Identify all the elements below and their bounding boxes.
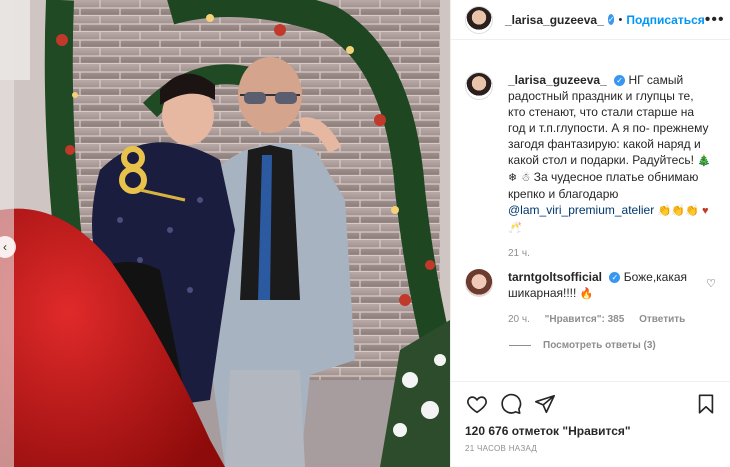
bookmark-icon[interactable] bbox=[692, 390, 720, 418]
reply-button[interactable]: Ответить bbox=[639, 314, 685, 325]
comment-icon[interactable] bbox=[497, 390, 525, 418]
caption-body-2: За чудесное платье обнимаю крепко и благ… bbox=[508, 170, 699, 201]
caption-body: НГ самый радостный праздник и глупцы те,… bbox=[508, 73, 709, 167]
caption-username[interactable]: _larisa_guzeeva_ bbox=[508, 73, 607, 87]
likes-count[interactable]: 120 676 отметок "Нравится" bbox=[451, 418, 730, 438]
post-photo[interactable]: ‹ bbox=[0, 0, 450, 467]
action-icons bbox=[451, 382, 730, 418]
instagram-post: ‹ _larisa_guzeeva_ ✓ • Подписаться ••• _… bbox=[0, 0, 730, 467]
view-replies-button[interactable]: Посмотреть ответы (3) bbox=[509, 340, 656, 351]
author-username[interactable]: _larisa_guzeeva_ bbox=[505, 13, 604, 27]
post-actions: 120 676 отметок "Нравится" 21 ЧАСОВ НАЗА… bbox=[451, 381, 730, 467]
post-sidebar: _larisa_guzeeva_ ✓ • Подписаться ••• _la… bbox=[450, 0, 730, 467]
follow-button[interactable]: Подписаться bbox=[626, 13, 704, 27]
comment-likes[interactable]: "Нравится": 385 bbox=[545, 314, 625, 325]
champagne-icon: 🥂 bbox=[508, 222, 522, 234]
share-icon[interactable] bbox=[531, 390, 559, 418]
verified-icon: ✓ bbox=[607, 14, 615, 25]
comment-text: tarntgoltsofficial ✓ Боже,какая шикарная… bbox=[508, 269, 713, 328]
avatar[interactable] bbox=[465, 5, 493, 34]
comment-time[interactable]: 20 ч. bbox=[508, 314, 530, 325]
mention-link[interactable]: @lam_viri_premium_atelier bbox=[508, 203, 654, 217]
separator-dot: • bbox=[618, 13, 623, 26]
more-icon[interactable]: ••• bbox=[705, 11, 725, 29]
comments-section[interactable]: _larisa_guzeeva_ ✓ НГ самый радостный пр… bbox=[451, 41, 730, 381]
avatar[interactable] bbox=[465, 269, 493, 297]
view-replies-label: Посмотреть ответы (3) bbox=[543, 340, 656, 351]
avatar[interactable] bbox=[465, 72, 493, 100]
verified-icon: ✓ bbox=[614, 75, 626, 87]
party-photo-illustration bbox=[0, 0, 450, 467]
heart-icon[interactable] bbox=[463, 390, 491, 418]
heart-emoji-icon: ♥ bbox=[702, 205, 709, 217]
comment-username[interactable]: tarntgoltsofficial bbox=[508, 270, 602, 284]
snowman-icon: ☃ bbox=[520, 172, 531, 184]
post-header: _larisa_guzeeva_ ✓ • Подписаться ••• bbox=[451, 0, 730, 40]
clap-icon: 👏👏👏 bbox=[657, 205, 699, 217]
fire-icon: 🔥 bbox=[579, 288, 594, 300]
caption-text: _larisa_guzeeva_ ✓ НГ самый радостный пр… bbox=[508, 72, 713, 262]
comment-meta: 20 ч. "Нравится": 385 Ответить bbox=[508, 312, 713, 328]
caption-meta: 21 ч. bbox=[508, 246, 713, 262]
snowflake-icon: ❄ bbox=[508, 172, 518, 184]
christmas-tree-icon: 🎄 bbox=[697, 155, 711, 167]
comment: tarntgoltsofficial ✓ Боже,какая шикарная… bbox=[451, 269, 730, 328]
comment-like-icon[interactable]: ♡ bbox=[706, 277, 716, 290]
caption-time[interactable]: 21 ч. bbox=[508, 248, 530, 259]
caption: _larisa_guzeeva_ ✓ НГ самый радостный пр… bbox=[451, 72, 730, 262]
post-timestamp[interactable]: 21 ЧАСОВ НАЗАД bbox=[451, 438, 730, 453]
verified-icon: ✓ bbox=[609, 272, 621, 284]
